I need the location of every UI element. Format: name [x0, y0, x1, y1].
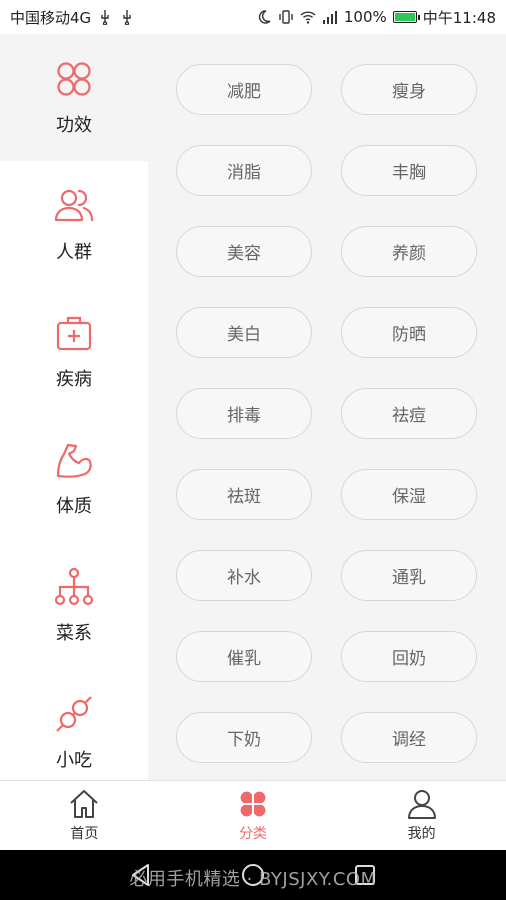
tab-label: 我的	[407, 826, 436, 842]
battery-icon	[392, 11, 420, 23]
battery-percent: 100%	[343, 8, 387, 26]
tag-button[interactable]: 补水	[176, 550, 312, 601]
tag-button[interactable]: 防晒	[341, 307, 477, 358]
tag-button[interactable]: 催乳	[176, 631, 312, 682]
tab-home[interactable]: 首页	[0, 781, 169, 850]
tag-button[interactable]: 祛斑	[176, 469, 312, 520]
bicep-icon	[56, 443, 92, 478]
sidebar-item-disease[interactable]: 疾病	[0, 288, 148, 415]
people-icon	[54, 189, 94, 221]
tag-button[interactable]: 通乳	[341, 550, 477, 601]
tag-button[interactable]: 排毒	[176, 388, 312, 439]
carrier-label: 中国移动4G	[10, 8, 92, 27]
battery-fill	[394, 13, 415, 21]
sidebar-item-label: 小吃	[56, 749, 92, 771]
tag-button[interactable]: 调经	[341, 712, 477, 763]
status-right: 100% 中午11:48	[256, 7, 496, 28]
sidebar-item-label: 人群	[56, 241, 92, 263]
tree-network-icon	[54, 567, 94, 605]
tab-profile[interactable]: 我的	[337, 781, 506, 850]
usb-icon	[123, 10, 131, 25]
sidebar-item-label: 功效	[56, 114, 92, 136]
status-bar: 中国移动4G 100% 中午11:48	[0, 0, 506, 34]
skewer-icon	[56, 695, 92, 732]
tab-label: 分类	[239, 826, 267, 842]
tag-button[interactable]: 丰胸	[341, 145, 477, 196]
sidebar-item-label: 菜系	[56, 622, 92, 644]
bottom-tab-bar: 首页 分类 我的	[0, 780, 506, 850]
sidebar-item-effect[interactable]: 功效	[0, 34, 148, 161]
clock: 中午11:48	[422, 8, 496, 27]
watermark: 必用手机精选 · BYJSJXY.COM	[129, 869, 377, 890]
sidebar-item-cuisine[interactable]: 菜系	[0, 542, 148, 669]
tag-button[interactable]: 消脂	[176, 145, 312, 196]
wifi-icon	[300, 11, 316, 24]
tag-button[interactable]: 减肥	[176, 64, 312, 115]
tag-button[interactable]: 美白	[176, 307, 312, 358]
signal-icon	[322, 11, 337, 24]
tab-label: 首页	[70, 826, 99, 842]
vibrate-icon	[279, 10, 293, 24]
four-circles-icon	[57, 61, 91, 96]
status-left: 中国移动4G	[10, 7, 135, 28]
tag-grid: 减肥 瘦身 消脂 丰胸 美容 养颜 美白 防晒 排毒 祛痘 祛斑 保湿 补水 通…	[148, 34, 506, 780]
sidebar-item-constitution[interactable]: 体质	[0, 415, 148, 542]
user-icon	[407, 790, 436, 819]
category-content: 功效 人群 疾病 体质 菜系 小吃 减肥 瘦身 消脂 丰胸 美容 养颜 美白 防…	[0, 34, 506, 780]
tag-button[interactable]: 养颜	[341, 226, 477, 277]
sidebar-item-label: 体质	[56, 495, 92, 517]
sidebar-item-label: 疾病	[56, 368, 92, 390]
usb-icon	[101, 10, 109, 25]
home-icon	[70, 790, 99, 818]
tag-button[interactable]: 祛痘	[341, 388, 477, 439]
clover-icon	[240, 791, 266, 817]
tab-category[interactable]: 分类	[169, 781, 338, 850]
sidebar-item-snack[interactable]: 小吃	[0, 669, 148, 796]
tag-button[interactable]: 下奶	[176, 712, 312, 763]
medkit-icon	[56, 316, 92, 350]
category-sidebar: 功效 人群 疾病 体质 菜系 小吃	[0, 34, 148, 780]
moon-icon	[258, 10, 271, 24]
tag-button[interactable]: 保湿	[341, 469, 477, 520]
tag-button[interactable]: 回奶	[341, 631, 477, 682]
tag-button[interactable]: 瘦身	[341, 64, 477, 115]
tag-button[interactable]: 美容	[176, 226, 312, 277]
sidebar-item-people[interactable]: 人群	[0, 161, 148, 288]
